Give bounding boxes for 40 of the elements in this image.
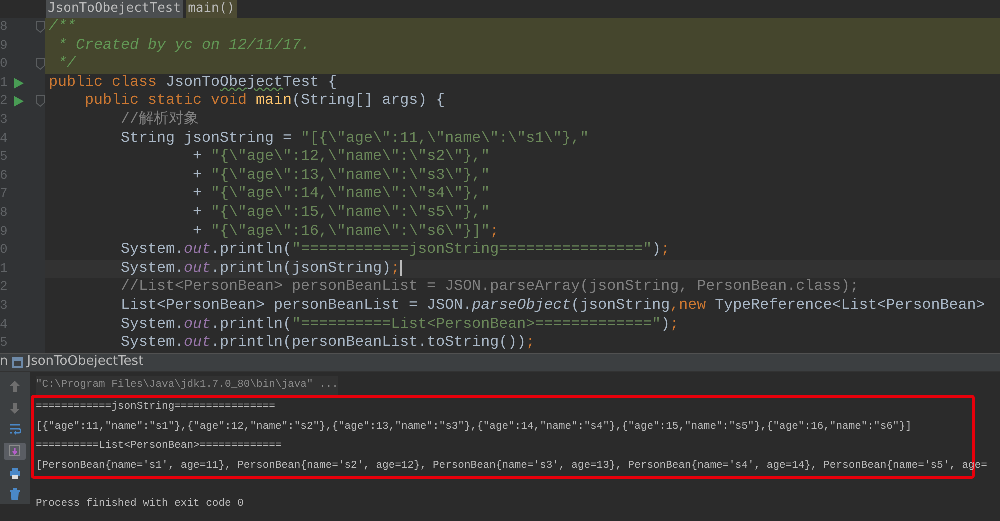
code-line: * Created by yc on 12/11/17. [57, 36, 310, 56]
code-line: public class JsonToObejectTest { [49, 74, 338, 92]
code-line: System.out.println(jsonString); [120, 260, 400, 278]
console-output: Process finished with exit code 0 [36, 498, 244, 510]
code-line: */ [57, 55, 76, 74]
toolbar-button[interactable] [4, 442, 26, 460]
panel-label: n [0, 353, 8, 372]
soft-wrap-icon [9, 423, 21, 436]
code-line: + "{\"age\":15,\"name\":\"s5\"}," [192, 204, 490, 223]
code-line: //解析对象 [120, 110, 200, 130]
run-configuration-tab[interactable]: JsonToObejectTest [27, 352, 144, 372]
code-line: //List<PersonBean> personBeanList = JSON.parseArray(jsonString, PersonBean.class); [120, 278, 860, 297]
scroll-to-end-icon [9, 445, 21, 458]
code-line: String jsonString = "[{\"age\":11,\"name\":\"s1\"}," [120, 130, 590, 148]
fold-icon[interactable] [36, 21, 45, 33]
console-output: ==========List<PersonBean>============= [36, 440, 282, 452]
code-line: + "{\"age\":12,\"name\":\"s2\"}," [192, 148, 490, 167]
printer-icon [9, 466, 21, 480]
code-line: System.out.println(personBeanList.toString()); [120, 334, 536, 353]
code-line: public static void main(String[] args) { [84, 92, 446, 110]
run-icon[interactable] [14, 96, 24, 108]
code-line: List<PersonBean> personBeanList = JSON.parseObject(jsonString,new TypeReference<List<PersonBean> [120, 296, 986, 316]
code-line: + "{\"age\":14,\"name\":\"s4\"}," [192, 185, 490, 204]
fold-icon[interactable] [36, 58, 45, 70]
fold-icon[interactable] [36, 95, 45, 108]
code-line: + "{\"age\":16,\"name\":\"s6\"}]"; [192, 222, 500, 242]
code-line: System.out.println("============jsonString================"); [120, 241, 670, 260]
console-output: [{"age":11,"name":"s1"},{"age":12,"name":"s2"},{"age":13,"name":"s3"},{"age":14,"name":"s4"},{"age":15,"name":"s5"},{"age":16,"name":"s6"}] [36, 420, 912, 433]
breadcrumb-item[interactable]: main() [186, 0, 238, 18]
run-icon[interactable] [14, 78, 24, 89]
window-icon [12, 356, 24, 368]
code-line: /** [49, 18, 76, 37]
text-cursor [400, 260, 402, 276]
trash-icon [9, 488, 21, 502]
code-line: + "{\"age\":13,\"name\":\"s3\"}," [192, 166, 490, 186]
console-output: ============jsonString================ [36, 401, 276, 414]
up-arrow-icon [9, 380, 21, 394]
down-arrow-icon [9, 402, 21, 415]
breadcrumb-item[interactable]: JsonToObejectTest [46, 0, 184, 18]
code-line: System.out.println("==========List<PersonBean>============="); [120, 316, 680, 334]
